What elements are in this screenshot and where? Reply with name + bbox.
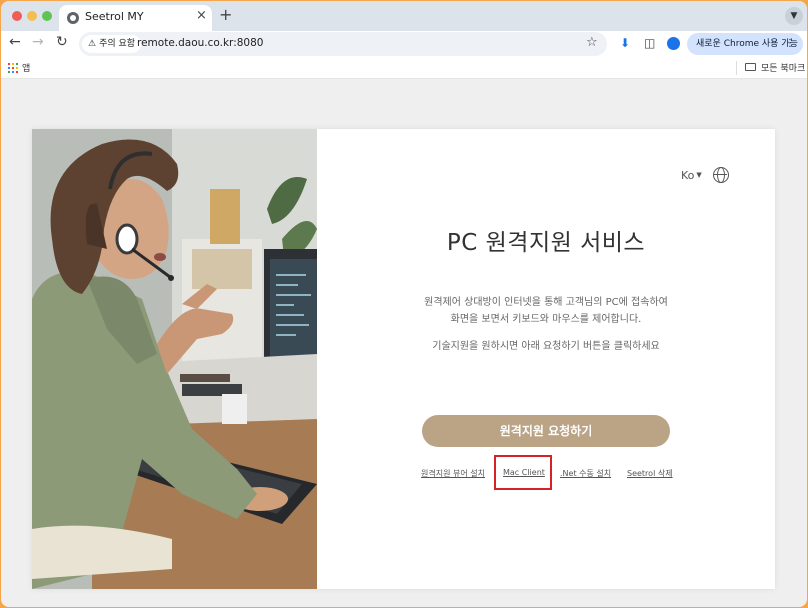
all-bookmarks-link[interactable]: 모든 북마크 (761, 61, 805, 74)
request-support-button[interactable]: 원격지원 요청하기 (422, 415, 670, 447)
profile-icon[interactable] (667, 37, 680, 50)
net-manual-install-link[interactable]: .Net 수동 설치 (560, 468, 611, 479)
security-chip-label: 주의 요함 (99, 39, 136, 49)
sidepanel-icon[interactable]: ◫ (644, 36, 655, 50)
apps-grid-icon[interactable] (8, 63, 18, 73)
page-title: PC 원격지원 서비스 (446, 230, 646, 256)
language-selector[interactable]: Ko ▼ (681, 169, 702, 182)
download-icon[interactable]: ⬇ (620, 36, 630, 50)
folder-icon[interactable] (745, 63, 756, 71)
maximize-window-button[interactable] (42, 11, 52, 21)
update-label: 새로운 Chrome 사용 가능 (696, 39, 798, 49)
language-label: Ko (681, 169, 695, 182)
minimize-window-button[interactable] (27, 11, 37, 21)
url-text[interactable]: remote.daou.co.kr:8080 (137, 37, 263, 49)
description-line-1: 원격제어 상대방이 인터넷을 통해 고객님의 PC에 접속하여 (424, 297, 668, 308)
description-line-2: 화면을 보면서 키보드와 마우스를 제어합니다. (450, 314, 642, 325)
chrome-update-button[interactable]: 새로운 Chrome 사용 가능 ⋮ (687, 33, 803, 55)
bookmarks-divider (736, 61, 737, 75)
tab-strip: Seetrol MY × + ▼ (1, 1, 807, 31)
forward-icon[interactable]: → (32, 34, 44, 50)
security-chip[interactable]: ⚠ 주의 요함 (82, 35, 142, 53)
address-bar[interactable]: ⚠ 주의 요함 remote.daou.co.kr:8080 ☆ (79, 32, 607, 56)
service-description: 원격제어 상대방이 인터넷을 통해 고객님의 PC에 접속하여 화면을 보면서 … (317, 294, 775, 328)
service-content: Ko ▼ PC 원격지원 서비스 원격제어 상대방이 인터넷을 통해 고객님의 P… (317, 129, 775, 589)
tab-seetrol[interactable]: Seetrol MY × (59, 5, 212, 31)
tab-close-icon[interactable]: × (196, 8, 207, 23)
mac-client-highlight-box (494, 455, 552, 490)
reload-icon[interactable]: ↻ (56, 34, 68, 50)
caret-down-icon: ▼ (696, 171, 702, 179)
viewer-install-link[interactable]: 원격지원 뷰어 설치 (421, 468, 485, 479)
bookmarks-bar: 앱 모든 북마크 (1, 57, 807, 79)
seetrol-delete-link[interactable]: Seetrol 삭제 (627, 468, 673, 479)
warning-icon: ⚠ (88, 39, 97, 49)
support-agent-photo (32, 129, 317, 589)
apps-label[interactable]: 앱 (22, 61, 30, 74)
request-instruction: 기술지원을 원하시면 아래 요청하기 버튼을 클릭하세요 (432, 341, 660, 352)
globe-favicon-icon (67, 12, 79, 24)
service-card: Ko ▼ PC 원격지원 서비스 원격제어 상대방이 인터넷을 통해 고객님의 P… (32, 129, 775, 589)
tab-title: Seetrol MY (85, 10, 144, 23)
browser-window: Seetrol MY × + ▼ ← → ↻ ⚠ 주의 요함 remote.dao… (1, 1, 807, 607)
star-icon[interactable]: ☆ (586, 35, 598, 50)
tab-search-icon[interactable]: ▼ (785, 7, 803, 25)
back-icon[interactable]: ← (9, 34, 21, 50)
globe-icon[interactable] (713, 167, 729, 183)
menu-dots-icon: ⋮ (785, 38, 795, 49)
close-window-button[interactable] (12, 11, 22, 21)
toolbar: ← → ↻ ⚠ 주의 요함 remote.daou.co.kr:8080 ☆ ⬇ … (1, 31, 807, 57)
new-tab-button[interactable]: + (219, 5, 232, 24)
